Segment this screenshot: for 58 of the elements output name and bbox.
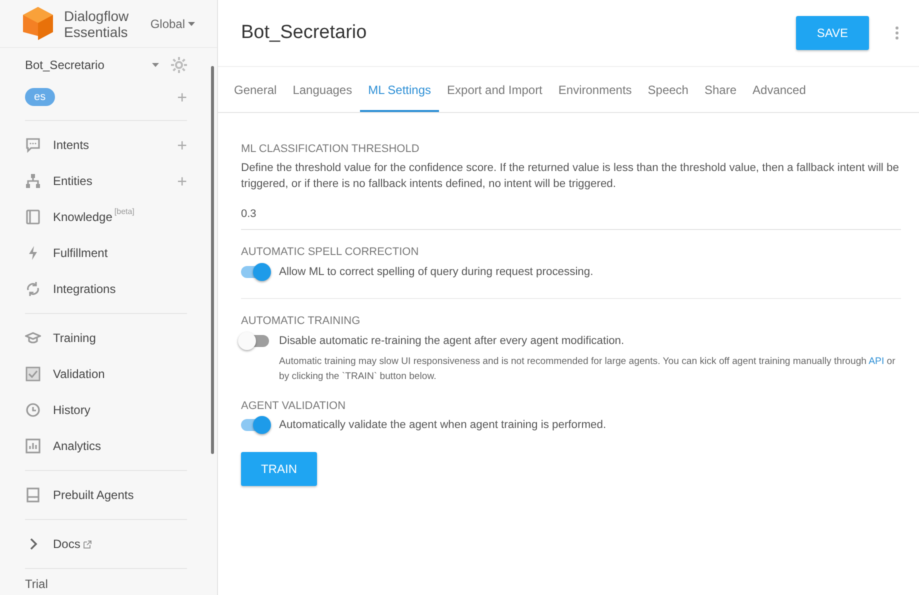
- document-icon: [25, 487, 41, 503]
- sidebar-item[interactable]: Entities: [53, 172, 92, 190]
- section-heading: AUTOMATIC SPELL CORRECTION: [241, 245, 420, 260]
- sidebar-item[interactable]: Integrations: [53, 280, 116, 298]
- tab[interactable]: ML Settings: [360, 67, 440, 112]
- api-link[interactable]: API: [868, 356, 884, 367]
- graduation-cap-icon: [25, 330, 41, 346]
- section-heading: AGENT VALIDATION: [241, 398, 347, 414]
- sidebar-item[interactable]: Analytics: [53, 437, 102, 455]
- tab[interactable]: Speech: [640, 67, 696, 112]
- scrollbar[interactable]: [211, 66, 214, 454]
- beta-tag: [beta]: [114, 207, 134, 217]
- sidebar-item[interactable]: Training: [53, 329, 96, 347]
- brand-name: Dialogflow: [64, 8, 129, 24]
- tab[interactable]: Export and Import: [439, 67, 550, 112]
- toggle-label: Disable automatic re-training the agent after every agent modification.: [279, 334, 624, 349]
- section-heading: ML CLASSIFICATION THRESHOLD: [241, 142, 420, 157]
- sidebar-item[interactable]: Intents: [53, 136, 90, 154]
- dialogflow-logo: [22, 6, 54, 42]
- save-button[interactable]: SAVE: [796, 16, 869, 50]
- caret-icon: [188, 22, 195, 26]
- tab[interactable]: General: [226, 67, 285, 112]
- sidebar-item[interactable]: Fulfillment: [53, 244, 108, 262]
- book-icon: [25, 209, 41, 225]
- sidebar-item[interactable]: Prebuilt Agents: [53, 486, 134, 504]
- settings-icon[interactable]: [171, 57, 187, 73]
- hierarchy-icon: [25, 173, 41, 189]
- tab[interactable]: Share: [696, 67, 745, 112]
- page-title: Bot_Secretario: [241, 20, 367, 45]
- sidebar-item[interactable]: Docs: [53, 535, 80, 553]
- chat-bubble-icon: [25, 137, 41, 153]
- toggle-switch[interactable]: [241, 335, 269, 348]
- trial-label: Trial: [25, 576, 49, 593]
- sidebar-item[interactable]: Knowledge: [53, 208, 112, 226]
- tab[interactable]: Languages: [284, 67, 360, 112]
- bar-chart-icon: [25, 438, 41, 454]
- sidebar-item[interactable]: Validation: [53, 365, 105, 383]
- help-text: Automatic training may slow UI responsiveness and is not recommended for large agents. You can kick off agent training manually through API or by clicking the `TRAIN` button below.: [279, 354, 896, 384]
- region-selector[interactable]: Global: [150, 14, 185, 32]
- toggle-switch[interactable]: [241, 419, 269, 432]
- caret-icon[interactable]: [152, 63, 159, 67]
- checkbox-icon: [25, 366, 41, 382]
- sidebar-item[interactable]: History: [53, 401, 90, 419]
- brand-name: Essentials: [64, 24, 128, 40]
- clock-icon: [25, 402, 41, 418]
- more-vert-icon[interactable]: [895, 26, 899, 40]
- sync-icon: [25, 281, 41, 297]
- toggle-label: Allow ML to correct spelling of query during request processing.: [279, 264, 594, 280]
- language-chip[interactable]: es: [25, 88, 55, 106]
- section-heading: AUTOMATIC TRAINING: [241, 314, 362, 330]
- section-description: Define the threshold value for the confidence score. If the returned value is less than the threshold value, then a fallback intent will be triggered, or if there is no fallback intents defined, no intent will be triggered.: [241, 160, 900, 192]
- tab[interactable]: Advanced: [744, 67, 814, 112]
- agent-name[interactable]: Bot_Secretario: [25, 56, 104, 74]
- threshold-field[interactable]: 0.3: [241, 192, 901, 230]
- toggle-switch[interactable]: [241, 266, 269, 278]
- train-button[interactable]: TRAIN: [241, 452, 317, 486]
- toggle-label: Automatically validate the agent when agent training is performed.: [279, 418, 606, 434]
- tab[interactable]: Environments: [550, 67, 640, 112]
